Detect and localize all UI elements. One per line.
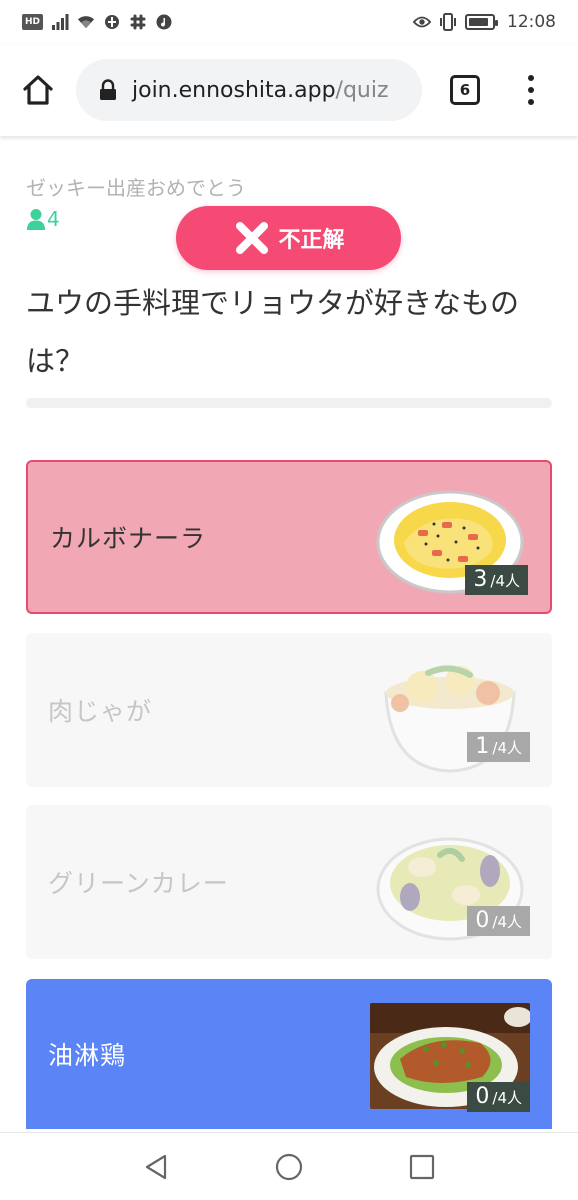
menu-dot-icon: [528, 99, 534, 105]
close-x-icon: [236, 222, 269, 254]
progress-track: [26, 398, 552, 408]
result-label: 不正解: [278, 228, 345, 253]
choice-carbonara[interactable]: カルボナーラ 3/4人: [26, 460, 552, 614]
choice-label: 油淋鶏: [48, 1041, 127, 1070]
battery-icon: [465, 14, 498, 30]
vote-count: 0: [475, 908, 490, 933]
address-bar[interactable]: join.ennoshita.app/quiz: [76, 59, 422, 121]
signal-icon: [51, 13, 69, 31]
choice-label: 肉じゃが: [48, 697, 153, 726]
choice-green-curry[interactable]: グリーンカレー 0/4人: [26, 805, 552, 959]
choice-label: グリーンカレー: [48, 869, 229, 898]
vote-count: 3: [473, 567, 488, 592]
vote-count: 0: [475, 1084, 490, 1109]
app-notification-icon: [103, 13, 121, 31]
hd-badge: HD: [22, 14, 44, 30]
browser-toolbar: join.ennoshita.app/quiz 6: [0, 44, 578, 136]
recents-square-icon: [409, 1154, 434, 1179]
tab-switcher-button[interactable]: 6: [450, 75, 480, 105]
menu-dot-icon: [528, 75, 534, 81]
vibrate-icon: [439, 13, 457, 31]
battery-level: [469, 18, 488, 26]
slack-icon: [129, 13, 147, 31]
vote-total: /4人: [492, 913, 522, 931]
vote-count-badge: 0/4人: [467, 906, 530, 936]
choice-yurinchi[interactable]: 油淋鶏 0/4人: [26, 979, 552, 1129]
choice-nikujaga[interactable]: 肉じゃが 1/4人: [26, 633, 552, 787]
person-icon: [27, 209, 45, 230]
url-path: /quiz: [335, 77, 389, 103]
vote-count-badge: 3/4人: [465, 565, 528, 595]
clock: 12:08: [507, 12, 556, 32]
overflow-menu-button[interactable]: [526, 75, 536, 105]
status-bar: HD 12:08: [0, 0, 578, 44]
system-nav-bar: [0, 1132, 578, 1200]
choice-label: カルボナーラ: [50, 524, 207, 553]
question-text: ユウの手料理でリョウタが好きなものは？: [26, 286, 520, 378]
vote-count-badge: 1/4人: [467, 732, 530, 762]
music-icon: [155, 13, 173, 31]
home-circle-icon: [275, 1153, 303, 1180]
menu-dot-icon: [528, 87, 534, 93]
wifi-icon: [77, 13, 95, 31]
participant-count-value: 4: [47, 207, 60, 231]
vote-total: /4人: [492, 1089, 522, 1107]
eye-comfort-icon: [413, 13, 431, 31]
home-icon: [23, 75, 53, 105]
result-badge: 不正解: [176, 206, 401, 270]
status-bar-left: HD: [22, 13, 173, 31]
event-title: ゼッキー出産おめでとう: [26, 176, 246, 200]
tab-count: 6: [459, 81, 471, 99]
participant-count: 4: [26, 207, 60, 231]
vote-total: /4人: [492, 739, 522, 757]
recents-button[interactable]: [402, 1147, 442, 1187]
back-triangle-icon: [146, 1154, 167, 1179]
status-bar-right: 12:08: [413, 12, 556, 32]
home-nav-button[interactable]: [269, 1147, 309, 1187]
home-button[interactable]: [14, 66, 62, 114]
url-domain: join.ennoshita.app: [132, 77, 336, 103]
back-button[interactable]: [136, 1147, 176, 1187]
vote-count: 1: [475, 734, 490, 759]
vote-count-badge: 0/4人: [467, 1082, 530, 1112]
vote-total: /4人: [490, 572, 520, 590]
lock-icon: [100, 79, 116, 100]
